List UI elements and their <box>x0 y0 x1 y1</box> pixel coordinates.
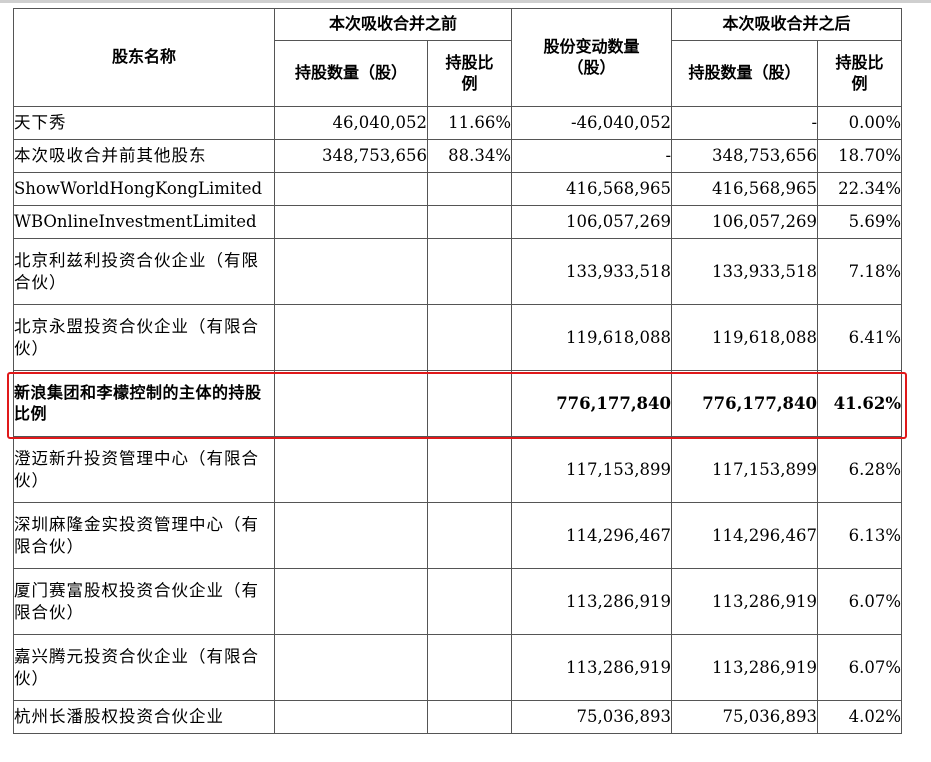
before-shares <box>274 436 428 503</box>
shareholder-name: 本次吸收合并前其他股东 <box>13 139 275 173</box>
before-shares: 46,040,052 <box>274 106 428 140</box>
before-ratio: 11.66% <box>426 106 513 140</box>
shareholder-name: 厦门赛富股权投资合伙企业（有限合伙） <box>13 568 275 635</box>
before-shares <box>274 205 428 239</box>
table-row: 北京利兹利投资合伙企业（有限合伙） 133,933,518 133,933,51… <box>13 238 903 305</box>
after-ratio: 41.62% <box>817 370 903 437</box>
share-change: 133,933,518 <box>511 238 673 305</box>
share-change: 113,286,919 <box>511 568 673 635</box>
table-row: 深圳麻隆金实投资管理中心（有限合伙） 114,296,467 114,296,4… <box>13 502 903 569</box>
share-change: 416,568,965 <box>511 172 673 206</box>
after-ratio: 7.18% <box>817 238 903 305</box>
shareholder-name: 嘉兴腾元投资合伙企业（有限合伙） <box>13 634 275 701</box>
shareholder-name: 天下秀 <box>13 106 275 140</box>
after-shares: - <box>671 106 819 140</box>
before-shares: 348,753,656 <box>274 139 428 173</box>
before-ratio <box>426 172 513 206</box>
before-ratio <box>426 634 513 701</box>
table-row: 嘉兴腾元投资合伙企业（有限合伙） 113,286,919 113,286,919… <box>13 634 903 701</box>
before-ratio <box>426 370 513 437</box>
shareholder-name: ShowWorldHongKongLimited <box>13 172 275 206</box>
table-row: WBOnlineInvestmentLimited 106,057,269 10… <box>13 205 903 239</box>
after-ratio: 18.70% <box>817 139 903 173</box>
share-change: 776,177,840 <box>511 370 673 437</box>
shareholder-name: 北京永盟投资合伙企业（有限合伙） <box>13 304 275 371</box>
before-shares <box>274 172 428 206</box>
before-shares <box>274 568 428 635</box>
table-row: 杭州长潘股权投资合伙企业 75,036,893 75,036,893 4.02% <box>13 700 903 734</box>
after-ratio: 5.69% <box>817 205 903 239</box>
before-ratio <box>426 436 513 503</box>
header-shareholder-name: 股东名称 <box>13 8 275 107</box>
before-ratio <box>426 700 513 734</box>
shareholder-name: 澄迈新升投资管理中心（有限合伙） <box>13 436 275 503</box>
header-before-ratio: 持股比例 <box>426 40 513 107</box>
shareholder-name: 北京利兹利投资合伙企业（有限合伙） <box>13 238 275 305</box>
table-row: 北京永盟投资合伙企业（有限合伙） 119,618,088 119,618,088… <box>13 304 903 371</box>
before-shares <box>274 238 428 305</box>
after-shares: 348,753,656 <box>671 139 819 173</box>
share-change: 119,618,088 <box>511 304 673 371</box>
before-ratio <box>426 304 513 371</box>
after-shares: 113,286,919 <box>671 634 819 701</box>
share-change: 117,153,899 <box>511 436 673 503</box>
before-shares <box>274 700 428 734</box>
shareholder-name: 深圳麻隆金实投资管理中心（有限合伙） <box>13 502 275 569</box>
after-shares: 114,296,467 <box>671 502 819 569</box>
after-ratio: 6.28% <box>817 436 903 503</box>
share-change: 113,286,919 <box>511 634 673 701</box>
before-shares <box>274 634 428 701</box>
table-row-highlighted-total: 新浪集团和李檬控制的主体的持股比例 776,177,840 776,177,84… <box>13 370 903 437</box>
header-after-merger: 本次吸收合并之后 <box>671 8 903 41</box>
share-change: 75,036,893 <box>511 700 673 734</box>
share-change: -46,040,052 <box>511 106 673 140</box>
shareholder-name: 杭州长潘股权投资合伙企业 <box>13 700 275 734</box>
before-ratio <box>426 502 513 569</box>
after-shares: 416,568,965 <box>671 172 819 206</box>
after-ratio: 4.02% <box>817 700 903 734</box>
share-change: 106,057,269 <box>511 205 673 239</box>
share-change: - <box>511 139 673 173</box>
after-shares: 776,177,840 <box>671 370 819 437</box>
after-shares: 119,618,088 <box>671 304 819 371</box>
header-after-ratio: 持股比例 <box>817 40 903 107</box>
after-ratio: 22.34% <box>817 172 903 206</box>
after-ratio: 6.07% <box>817 634 903 701</box>
table-row: 澄迈新升投资管理中心（有限合伙） 117,153,899 117,153,899… <box>13 436 903 503</box>
after-shares: 117,153,899 <box>671 436 819 503</box>
header-before-merger: 本次吸收合并之前 <box>273 8 513 41</box>
header-after-shares: 持股数量（股） <box>671 40 819 107</box>
after-ratio: 0.00% <box>817 106 903 140</box>
after-ratio: 6.07% <box>817 568 903 635</box>
before-ratio <box>426 238 513 305</box>
after-ratio: 6.13% <box>817 502 903 569</box>
after-shares: 75,036,893 <box>671 700 819 734</box>
after-ratio: 6.41% <box>817 304 903 371</box>
before-ratio <box>426 568 513 635</box>
shareholder-name: WBOnlineInvestmentLimited <box>13 205 275 239</box>
after-shares: 113,286,919 <box>671 568 819 635</box>
before-shares <box>274 304 428 371</box>
after-shares: 106,057,269 <box>671 205 819 239</box>
table-row: ShowWorldHongKongLimited 416,568,965 416… <box>13 172 903 206</box>
shareholding-table: 股东名称 本次吸收合并之前 股份变动数量（股） 本次吸收合并之后 持股数量（股）… <box>13 8 903 734</box>
page-top-rule <box>0 0 931 3</box>
before-ratio <box>426 205 513 239</box>
table-row: 本次吸收合并前其他股东 348,753,656 88.34% - 348,753… <box>13 139 903 173</box>
header-share-change: 股份变动数量（股） <box>511 8 673 107</box>
shareholder-name: 新浪集团和李檬控制的主体的持股比例 <box>13 370 275 437</box>
table-row: 厦门赛富股权投资合伙企业（有限合伙） 113,286,919 113,286,9… <box>13 568 903 635</box>
before-shares <box>274 370 428 437</box>
share-change: 114,296,467 <box>511 502 673 569</box>
header-before-shares: 持股数量（股） <box>274 40 428 107</box>
table-row: 天下秀 46,040,052 11.66% -46,040,052 - 0.00… <box>13 106 903 140</box>
before-ratio: 88.34% <box>426 139 513 173</box>
before-shares <box>274 502 428 569</box>
after-shares: 133,933,518 <box>671 238 819 305</box>
